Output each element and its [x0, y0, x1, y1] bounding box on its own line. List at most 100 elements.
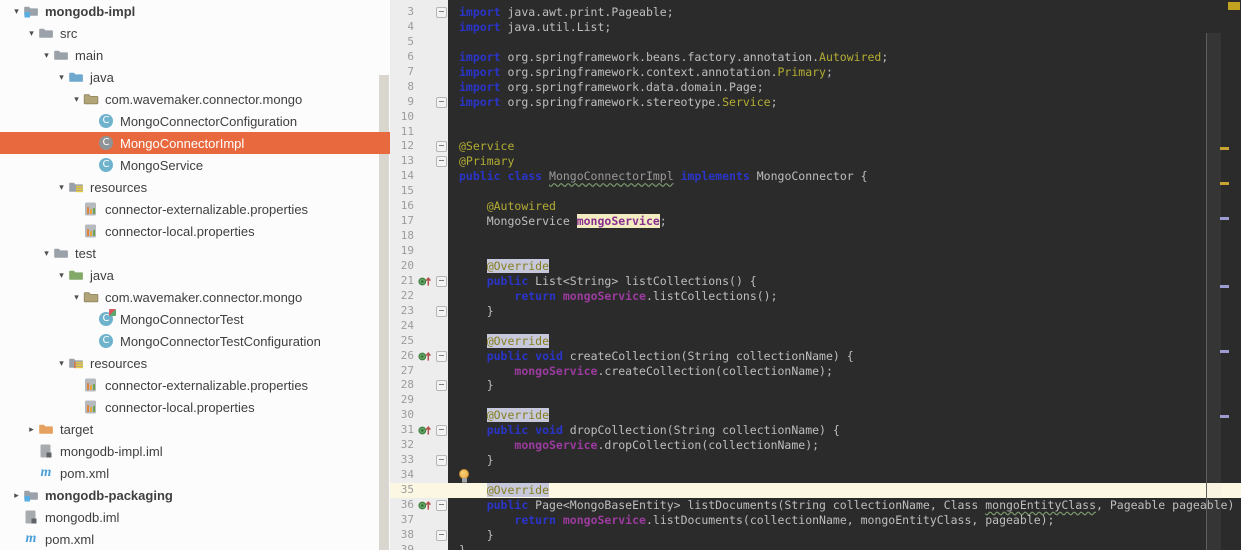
line-number[interactable]: 27 [390, 364, 417, 379]
code-text[interactable]: @Override [451, 334, 549, 349]
code-text[interactable]: @Override [451, 483, 549, 498]
fold-start-marker-icon[interactable] [436, 425, 447, 436]
code-text[interactable]: @Service [451, 139, 514, 154]
code-text[interactable]: mongoService.createCollection(collection… [451, 364, 833, 379]
code-text[interactable] [451, 319, 459, 334]
line-number[interactable]: 9 [390, 95, 417, 110]
tree-expanded-arrow-icon[interactable]: ▾ [40, 50, 53, 61]
inspection-status-indicator[interactable] [1228, 2, 1240, 10]
fold-end-marker-icon[interactable] [436, 156, 447, 167]
fold-start-marker-icon[interactable] [436, 500, 447, 511]
tree-item-com-wavemaker-connector-mongo[interactable]: ▾com.wavemaker.connector.mongo [0, 286, 390, 308]
code-text[interactable] [451, 184, 459, 199]
line-number[interactable]: 3 [390, 5, 417, 20]
fold-start-marker-icon[interactable] [436, 276, 447, 287]
code-text[interactable]: @Primary [451, 154, 514, 169]
line-number[interactable]: 11 [390, 125, 417, 140]
fold-end-marker-icon[interactable] [436, 97, 447, 108]
line-number[interactable]: 4 [390, 20, 417, 35]
code-text[interactable]: public void dropCollection(String collec… [451, 423, 840, 438]
code-text[interactable]: public List<String> listCollections() { [451, 274, 757, 289]
line-number[interactable]: 37 [390, 513, 417, 528]
line-number[interactable]: 26 [390, 349, 417, 364]
tree-item-connector-local-properties[interactable]: connector-local.properties [0, 220, 390, 242]
code-text[interactable]: public class MongoConnectorImpl implemen… [451, 169, 868, 184]
line-number[interactable]: 10 [390, 110, 417, 125]
code-text[interactable]: @Override [451, 408, 549, 423]
tree-expanded-arrow-icon[interactable]: ▾ [55, 270, 68, 281]
code-text[interactable]: mongoService.dropCollection(collectionNa… [451, 438, 819, 453]
line-number[interactable]: 15 [390, 184, 417, 199]
tree-item-com-wavemaker-connector-mongo[interactable]: ▾com.wavemaker.connector.mongo [0, 88, 390, 110]
line-number[interactable]: 31 [390, 423, 417, 438]
override-method-gutter-icon[interactable] [417, 498, 432, 513]
line-number[interactable]: 17 [390, 214, 417, 229]
tree-item-pom-xml[interactable]: mpom.xml [0, 528, 390, 550]
code-text[interactable]: import org.springframework.stereotype.Se… [451, 95, 778, 110]
tree-expanded-arrow-icon[interactable]: ▾ [70, 94, 83, 105]
code-text[interactable] [451, 229, 459, 244]
stripe-usage-mark[interactable] [1220, 415, 1229, 418]
code-text[interactable]: @Autowired [451, 199, 556, 214]
line-number[interactable]: 24 [390, 319, 417, 334]
fold-end-marker-icon[interactable] [436, 380, 447, 391]
line-number[interactable]: 12 [390, 139, 417, 154]
editor-scrollbar-thumb[interactable] [1206, 33, 1221, 550]
tree-item-connector-externalizable-properties[interactable]: connector-externalizable.properties [0, 374, 390, 396]
line-number[interactable]: 30 [390, 408, 417, 423]
line-number[interactable]: 32 [390, 438, 417, 453]
tree-expanded-arrow-icon[interactable]: ▾ [55, 72, 68, 83]
tree-item-mongoconnectortestconfiguration[interactable]: CMongoConnectorTestConfiguration [0, 330, 390, 352]
code-text[interactable]: import java.awt.print.Pageable; [451, 5, 674, 20]
code-text[interactable] [451, 393, 459, 408]
stripe-usage-mark[interactable] [1220, 350, 1229, 353]
tree-expanded-arrow-icon[interactable]: ▾ [25, 28, 38, 39]
fold-start-marker-icon[interactable] [436, 351, 447, 362]
tree-item-connector-externalizable-properties[interactable]: connector-externalizable.properties [0, 198, 390, 220]
code-editor[interactable]: 3 import java.awt.print.Pageable; 4 import … [390, 0, 1241, 550]
code-text[interactable]: import java.util.List; [451, 20, 611, 35]
code-text[interactable]: } [451, 543, 466, 550]
code-text[interactable]: } [451, 453, 494, 468]
tree-item-target[interactable]: ▸target [0, 418, 390, 440]
line-number[interactable]: 33 [390, 453, 417, 468]
tree-item-pom-xml[interactable]: mpom.xml [0, 462, 390, 484]
line-number[interactable]: 19 [390, 244, 417, 259]
line-number[interactable]: 5 [390, 35, 417, 50]
intention-bulb-icon[interactable] [459, 469, 470, 483]
tree-item-resources[interactable]: ▾resources [0, 352, 390, 374]
fold-start-marker-icon[interactable] [436, 141, 447, 152]
tree-item-src[interactable]: ▾src [0, 22, 390, 44]
code-text[interactable]: public void createCollection(String coll… [451, 349, 854, 364]
fold-end-marker-icon[interactable] [436, 306, 447, 317]
tree-expanded-arrow-icon[interactable]: ▾ [55, 182, 68, 193]
stripe-usage-mark[interactable] [1220, 217, 1229, 220]
fold-start-marker-icon[interactable] [436, 7, 447, 18]
line-number[interactable]: 29 [390, 393, 417, 408]
line-number[interactable]: 21 [390, 274, 417, 289]
code-text[interactable] [451, 468, 470, 483]
stripe-warning-mark[interactable] [1220, 182, 1229, 185]
stripe-warning-mark[interactable] [1220, 147, 1229, 150]
code-text[interactable]: import org.springframework.data.domain.P… [451, 80, 764, 95]
tree-expanded-arrow-icon[interactable]: ▾ [40, 248, 53, 259]
line-number[interactable]: 28 [390, 378, 417, 393]
tree-item-resources[interactable]: ▾resources [0, 176, 390, 198]
tree-item-mongodb-iml[interactable]: mongodb.iml [0, 506, 390, 528]
code-text[interactable]: return mongoService.listDocuments(collec… [451, 513, 1054, 528]
tree-collapsed-arrow-icon[interactable]: ▸ [10, 490, 23, 501]
tree-item-main[interactable]: ▾main [0, 44, 390, 66]
line-number[interactable]: 16 [390, 199, 417, 214]
line-number[interactable]: 8 [390, 80, 417, 95]
code-text[interactable] [451, 125, 459, 140]
tree-item-mongodb-impl[interactable]: ▾mongodb-impl [0, 0, 390, 22]
tree-item-mongoservice[interactable]: CMongoService [0, 154, 390, 176]
line-number[interactable]: 7 [390, 65, 417, 80]
tree-item-mongoconnectorimpl[interactable]: CMongoConnectorImpl [0, 132, 390, 154]
line-number[interactable]: 38 [390, 528, 417, 543]
line-number[interactable]: 23 [390, 304, 417, 319]
tree-item-java[interactable]: ▾java [0, 66, 390, 88]
code-text[interactable]: } [451, 378, 494, 393]
line-number[interactable]: 20 [390, 259, 417, 274]
tree-item-java[interactable]: ▾java [0, 264, 390, 286]
